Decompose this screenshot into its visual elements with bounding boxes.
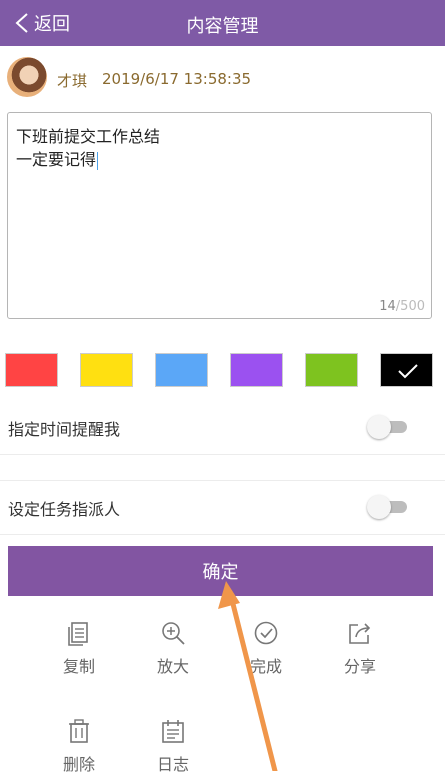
char-count: 14 <box>379 299 396 314</box>
color-swatch-red[interactable] <box>5 353 58 387</box>
share-button[interactable]: 分享 <box>325 620 395 680</box>
complete-label: 完成 <box>249 657 282 676</box>
trash-icon <box>69 719 89 743</box>
author-name: 才琪 <box>57 72 88 90</box>
assignee-toggle[interactable] <box>367 495 407 519</box>
reminder-toggle-knob <box>367 415 391 439</box>
char-counter: 14/500 <box>379 299 425 314</box>
app-header: 返回 内容管理 <box>0 0 445 46</box>
color-swatch-black[interactable] <box>380 353 433 387</box>
copy-icon <box>68 622 88 646</box>
note-timestamp: 2019/6/17 13:58:35 <box>102 70 252 88</box>
complete-button[interactable]: 完成 <box>231 620 301 680</box>
check-circle-icon <box>254 621 278 645</box>
confirm-button[interactable]: 确定 <box>8 546 433 596</box>
color-swatch-blue[interactable] <box>155 353 208 387</box>
color-swatch-purple[interactable] <box>230 353 283 387</box>
color-swatch-yellow[interactable] <box>80 353 133 387</box>
text-caret <box>97 151 99 170</box>
log-button[interactable]: 日志 <box>138 718 208 778</box>
page-title: 内容管理 <box>186 16 259 37</box>
share-icon <box>349 623 371 644</box>
assignee-setting-row: 设定任务指派人 <box>0 482 445 535</box>
assignee-toggle-knob <box>367 495 391 519</box>
section-divider <box>0 462 445 481</box>
share-label: 分享 <box>343 657 376 676</box>
char-max: /500 <box>395 299 425 314</box>
checkmark-icon <box>398 364 418 379</box>
avatar <box>7 57 47 97</box>
delete-label: 删除 <box>62 755 95 774</box>
note-line-1: 下班前提交工作总结 <box>16 127 161 146</box>
zoom-in-label: 放大 <box>156 657 189 676</box>
delete-button[interactable]: 删除 <box>44 718 114 778</box>
assignee-label: 设定任务指派人 <box>8 500 121 519</box>
reminder-toggle[interactable] <box>367 415 407 439</box>
note-line-2: 一定要记得 <box>16 150 99 170</box>
reminder-label: 指定时间提醒我 <box>8 420 121 439</box>
copy-button[interactable]: 复制 <box>44 620 114 680</box>
reminder-setting-row: 指定时间提醒我 <box>0 402 445 455</box>
zoom-in-button[interactable]: 放大 <box>138 620 208 680</box>
log-label: 日志 <box>156 755 189 774</box>
note-content-textarea[interactable]: 下班前提交工作总结 一定要记得 14/500 <box>7 112 432 319</box>
note-author-row: 才琪 2019/6/17 13:58:35 <box>0 52 445 104</box>
color-swatch-green[interactable] <box>305 353 358 387</box>
zoom-in-icon <box>162 622 185 645</box>
log-icon <box>162 720 184 743</box>
copy-label: 复制 <box>62 657 95 676</box>
